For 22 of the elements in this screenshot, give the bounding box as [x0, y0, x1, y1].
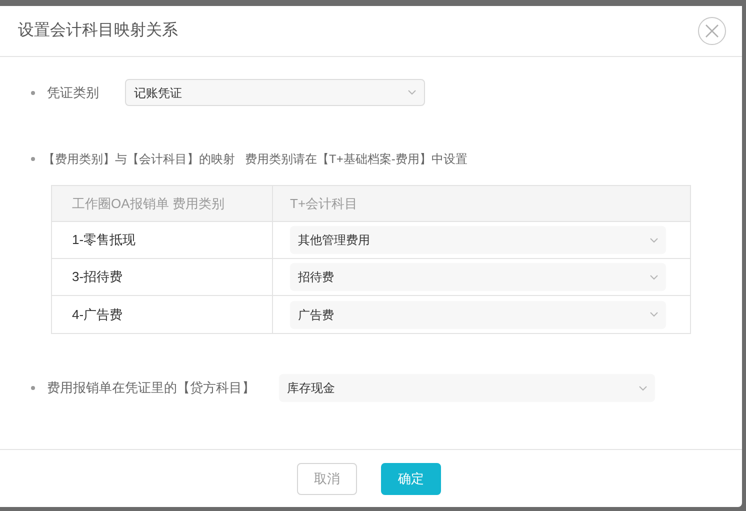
dropdown-select[interactable]: 其他管理费用: [290, 226, 666, 254]
dropdown-select[interactable]: 记账凭证: [125, 79, 425, 106]
column-header: 工作圈OA报销单 费用类别: [52, 186, 273, 221]
table-cell: 1-零售抵现: [52, 222, 273, 258]
chevron-down-icon: [650, 274, 658, 280]
chevron-down-icon: [408, 90, 416, 95]
chevron-down-icon: [650, 312, 658, 317]
hint-text: 费用类别请在【T+基础档案-费用】中设置: [245, 151, 468, 168]
dropdown-select[interactable]: 库存现金: [279, 374, 655, 402]
dialog-title: 设置会计科目映射关系: [18, 20, 178, 41]
column-header: T+会计科目: [289, 194, 359, 213]
dropdown-select[interactable]: 招待费: [290, 263, 666, 291]
chevron-down-icon: [639, 386, 647, 390]
section-heading: 【费用类别】与【会计科目】的映射: [43, 151, 235, 168]
close-button[interactable]: [698, 17, 726, 45]
chevron-down-icon: [650, 238, 658, 242]
dropdown-select[interactable]: 广告费: [290, 300, 666, 328]
close-icon: [705, 24, 719, 38]
table-cell: 3-招待费: [52, 259, 273, 295]
field-label: 凭证类别: [47, 84, 99, 102]
table-cell: 4-广告费: [52, 296, 273, 333]
field-label: 费用报销单在凭证里的【贷方科目】: [47, 379, 255, 398]
